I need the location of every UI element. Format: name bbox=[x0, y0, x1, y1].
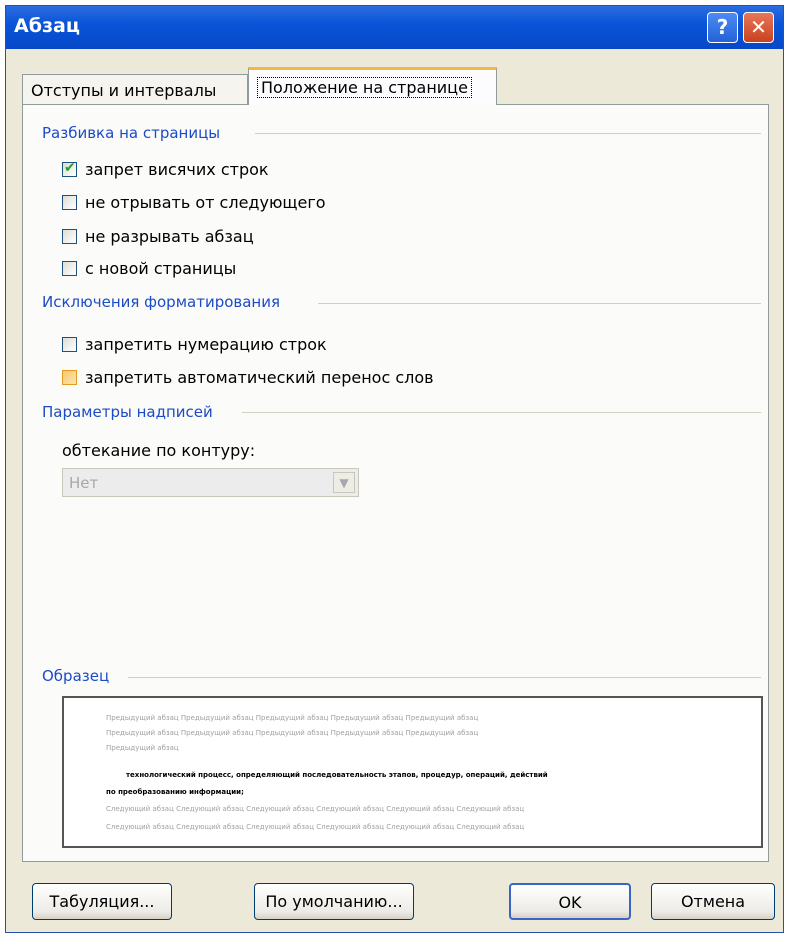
preview-next-line: Следующий абзац Следующий абзац Следующи… bbox=[106, 805, 525, 813]
tight-wrap-select: Нет ▼ bbox=[62, 468, 359, 497]
tab-label: Положение на странице bbox=[257, 77, 472, 98]
checkbox-box[interactable] bbox=[62, 160, 77, 177]
window-title: Абзац bbox=[14, 15, 80, 37]
group-divider bbox=[255, 133, 761, 134]
tab-label: Отступы и интервалы bbox=[31, 81, 217, 100]
preview-main-line: технологический процесс, определяющий по… bbox=[126, 771, 548, 779]
set-default-button[interactable]: По умолчанию... bbox=[254, 883, 414, 920]
tabs-button[interactable]: Табуляция... bbox=[32, 883, 172, 920]
group-divider bbox=[128, 677, 761, 678]
checkbox-label: не отрывать от следующего bbox=[85, 193, 326, 212]
checkbox-box[interactable] bbox=[62, 229, 77, 244]
help-button[interactable]: ? bbox=[707, 12, 738, 43]
checkbox-box[interactable] bbox=[62, 195, 77, 210]
group-pagination-header: Разбивка на страницы bbox=[42, 124, 221, 142]
close-button[interactable]: ✕ bbox=[743, 12, 774, 43]
group-formatting-exceptions-header: Исключения форматирования bbox=[42, 293, 281, 311]
checkbox-keep-with-next[interactable]: не отрывать от следующего bbox=[62, 193, 326, 212]
checkbox-page-break-before[interactable]: с новой страницы bbox=[62, 259, 236, 278]
preview-box: Предыдущий абзац Предыдущий абзац Предыд… bbox=[62, 696, 763, 848]
checkbox-widow-control[interactable]: запрет висячих строк bbox=[62, 160, 269, 179]
ok-button[interactable]: OK bbox=[509, 883, 631, 920]
tab-indents-spacing[interactable]: Отступы и интервалы bbox=[22, 74, 248, 104]
preview-main-line: по преобразованию информации; bbox=[106, 788, 244, 796]
checkbox-label: запретить нумерацию строк bbox=[85, 335, 327, 354]
checkbox-keep-lines-together[interactable]: не разрывать абзац bbox=[62, 227, 254, 246]
chevron-down-icon: ▼ bbox=[333, 472, 355, 493]
checkbox-box[interactable] bbox=[62, 337, 77, 352]
checkbox-box[interactable] bbox=[62, 370, 77, 385]
title-bar[interactable]: Абзац ? ✕ bbox=[6, 6, 783, 49]
tab-line-page-breaks[interactable]: Положение на странице bbox=[248, 67, 497, 105]
group-divider bbox=[242, 412, 761, 413]
cancel-button[interactable]: Отмена bbox=[651, 883, 775, 920]
preview-next-line: Следующий абзац Следующий абзац Следующи… bbox=[106, 823, 525, 831]
preview-prev-line: Предыдущий абзац Предыдущий абзац Предыд… bbox=[106, 729, 479, 737]
checkbox-box[interactable] bbox=[62, 261, 77, 276]
checkbox-suppress-line-numbers[interactable]: запретить нумерацию строк bbox=[62, 335, 327, 354]
checkbox-label: не разрывать абзац bbox=[85, 227, 254, 246]
checkbox-dont-hyphenate[interactable]: запретить автоматический перенос слов bbox=[62, 368, 434, 387]
preview-prev-line: Предыдущий абзац bbox=[106, 744, 179, 752]
preview-prev-line: Предыдущий абзац Предыдущий абзац Предыд… bbox=[106, 714, 479, 722]
checkbox-label: с новой страницы bbox=[85, 259, 237, 278]
select-value: Нет bbox=[69, 474, 99, 492]
checkbox-label: запрет висячих строк bbox=[85, 160, 269, 179]
group-divider bbox=[318, 303, 761, 304]
group-preview-header: Образец bbox=[42, 667, 110, 685]
group-textbox-options-header: Параметры надписей bbox=[42, 403, 213, 421]
tight-wrap-label: обтекание по контуру: bbox=[62, 441, 256, 460]
checkbox-label: запретить автоматический перенос слов bbox=[85, 368, 434, 387]
